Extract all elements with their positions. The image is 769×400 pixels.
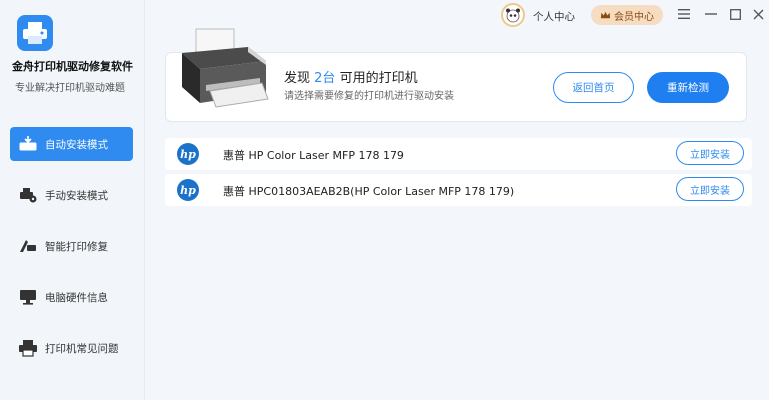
found-prefix: 发现 — [284, 71, 311, 86]
back-home-button[interactable]: 返回首页 — [553, 72, 634, 103]
member-center-label: 会员中心 — [614, 11, 654, 23]
sidebar-item-label: 打印机常见问题 — [45, 342, 119, 355]
sidebar-item-hardware-info[interactable]: 电脑硬件信息 — [10, 280, 133, 314]
hp-logo-icon: hp — [177, 179, 199, 201]
sidebar-item-label: 电脑硬件信息 — [45, 291, 108, 304]
app-subtitle: 专业解决打印机驱动难题 — [15, 83, 125, 94]
sidebar: 金舟打印机驱动修复软件 专业解决打印机驱动难题 自动安装模式 手动安装模式 智能… — [0, 0, 145, 400]
found-suffix: 可用的打印机 — [339, 71, 418, 86]
app-logo-icon — [17, 15, 53, 51]
install-now-button[interactable]: 立即安装 — [676, 177, 744, 201]
found-count: 2台 — [314, 71, 336, 86]
menu-icon[interactable] — [677, 7, 691, 21]
printer-illustration-icon — [182, 28, 269, 108]
user-center-link[interactable]: 个人中心 — [533, 9, 575, 24]
hp-logo-icon: hp — [177, 143, 199, 165]
detection-banner: 发现 2台 可用的打印机 请选择需要修复的打印机进行驱动安装 返回首页 重新检测 — [165, 28, 747, 122]
app-title: 金舟打印机驱动修复软件 — [12, 60, 133, 73]
sidebar-item-label: 智能打印修复 — [45, 240, 108, 253]
sidebar-item-manual-install[interactable]: 手动安装模式 — [10, 178, 133, 212]
sidebar-item-faq[interactable]: 打印机常见问题 — [10, 331, 133, 365]
printer-name: 惠普 HPC01803AEAB2B(HP Color Laser MFP 178… — [223, 185, 515, 198]
found-printers-text: 发现 2台 可用的打印机 — [284, 67, 418, 86]
crown-icon — [600, 11, 611, 18]
printer-gear-icon — [17, 185, 39, 205]
printer-help-icon — [17, 338, 39, 358]
printer-row: hp 惠普 HP Color Laser MFP 178 179 立即安装 — [165, 138, 752, 170]
printer-name: 惠普 HP Color Laser MFP 178 179 — [223, 149, 404, 162]
panda-icon — [506, 8, 520, 23]
monitor-icon — [17, 287, 39, 307]
sidebar-item-auto-install[interactable]: 自动安装模式 — [10, 127, 133, 161]
member-center-button[interactable]: 会员中心 — [591, 5, 663, 25]
install-now-button[interactable]: 立即安装 — [676, 141, 744, 165]
sidebar-item-label: 手动安装模式 — [45, 189, 108, 202]
avatar[interactable] — [501, 3, 525, 27]
minimize-icon[interactable] — [704, 7, 718, 21]
redetect-button[interactable]: 重新检测 — [647, 72, 729, 103]
sidebar-item-smart-repair[interactable]: 智能打印修复 — [10, 229, 133, 263]
printer-download-icon — [17, 134, 39, 154]
found-hint: 请选择需要修复的打印机进行驱动安装 — [284, 91, 454, 102]
printer-repair-icon — [17, 236, 39, 256]
sidebar-item-label: 自动安装模式 — [45, 138, 108, 151]
maximize-icon[interactable] — [728, 7, 742, 21]
close-icon[interactable] — [751, 7, 765, 21]
app-window: 金舟打印机驱动修复软件 专业解决打印机驱动难题 自动安装模式 手动安装模式 智能… — [0, 0, 769, 400]
printer-row: hp 惠普 HPC01803AEAB2B(HP Color Laser MFP … — [165, 174, 752, 206]
